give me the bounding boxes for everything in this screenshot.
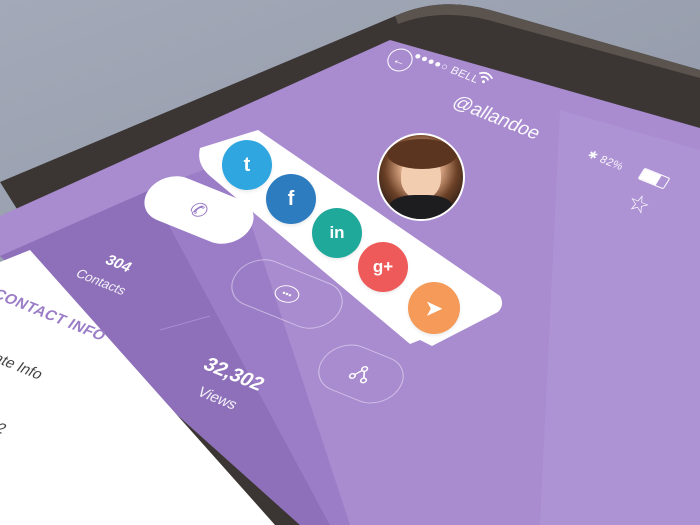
- google-plus-share-button[interactable]: g+: [358, 242, 408, 292]
- facebook-icon: f: [287, 187, 295, 210]
- chat-bubble-icon: •••: [270, 282, 304, 306]
- google-plus-icon: g+: [372, 257, 394, 276]
- linkedin-icon: in: [329, 223, 345, 242]
- facebook-share-button[interactable]: f: [266, 174, 316, 224]
- avatar: [377, 133, 465, 221]
- phone-icon: ✆: [184, 198, 214, 223]
- share-nodes-icon: [348, 366, 369, 384]
- right-strip: [540, 110, 700, 525]
- twitter-share-button[interactable]: t: [222, 140, 272, 190]
- linkedin-share-button[interactable]: in: [312, 208, 362, 258]
- twitter-bird-icon: t: [243, 153, 251, 176]
- paper-plane-icon: ➤: [425, 297, 443, 320]
- arrow-left-icon: ←: [390, 51, 410, 69]
- send-share-button[interactable]: ➤: [408, 282, 460, 334]
